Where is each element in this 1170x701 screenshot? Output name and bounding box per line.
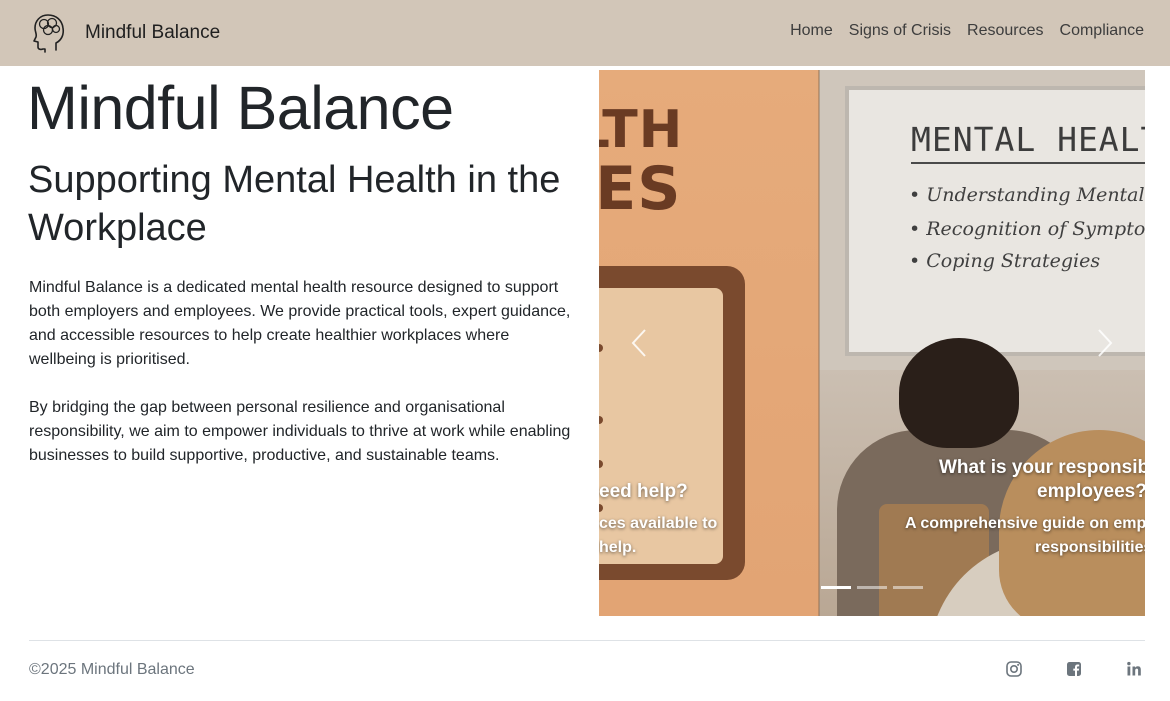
whiteboard-underline bbox=[911, 162, 1145, 164]
slide-image-text-line1: EALTH bbox=[599, 100, 684, 160]
slide-caption-text: help. bbox=[599, 539, 637, 556]
whiteboard-item: • Understanding Mental Health bbox=[909, 184, 1145, 206]
image-carousel[interactable]: EALTH RCES eed help? ces available to he… bbox=[599, 70, 1145, 616]
main-nav: Home Signs of Crisis Resources Complianc… bbox=[774, 22, 1144, 40]
nav-item-signs-of-crisis[interactable]: Signs of Crisis bbox=[849, 22, 951, 40]
slide-divider bbox=[818, 70, 820, 616]
brand-name: Mindful Balance bbox=[85, 22, 221, 43]
instagram-icon[interactable] bbox=[1005, 660, 1023, 678]
brand-link[interactable]: Mindful Balance bbox=[32, 12, 220, 54]
whiteboard-item: • Coping Strategies bbox=[909, 250, 1101, 272]
linkedin-icon[interactable] bbox=[1125, 660, 1143, 678]
navbar: Mindful Balance Home Signs of Crisis Res… bbox=[0, 0, 1170, 66]
slide-image-text-line2: RCES bbox=[599, 154, 682, 224]
chevron-left-icon[interactable] bbox=[625, 326, 655, 360]
carousel-indicator-1[interactable] bbox=[821, 586, 851, 589]
head-brain-icon bbox=[33, 14, 65, 53]
student-head bbox=[899, 338, 1019, 448]
mission-paragraph: By bridging the gap between personal res… bbox=[29, 399, 571, 464]
page-title: Mindful Balance bbox=[27, 74, 454, 142]
carousel-indicator-2[interactable] bbox=[857, 586, 887, 589]
slide-caption-text: responsibilities bbox=[1035, 539, 1145, 556]
footer-divider bbox=[29, 640, 1145, 641]
chevron-right-icon[interactable] bbox=[1089, 326, 1119, 360]
slide-caption-text: A comprehensive guide on emplo bbox=[905, 515, 1145, 532]
carousel-indicator-3[interactable] bbox=[893, 586, 923, 589]
facebook-icon[interactable] bbox=[1065, 660, 1083, 678]
slide-caption-title: employees? bbox=[1037, 481, 1145, 502]
whiteboard-item: • Recognition of Symptoms bbox=[909, 218, 1145, 240]
slide-caption-title: What is your responsib bbox=[939, 457, 1145, 478]
copyright-text: ©2025 Mindful Balance bbox=[29, 661, 195, 678]
slide-caption-text: ces available to bbox=[599, 515, 718, 532]
intro-paragraph: Mindful Balance is a dedicated mental he… bbox=[29, 279, 571, 368]
nav-item-resources[interactable]: Resources bbox=[967, 22, 1043, 40]
nav-item-home[interactable]: Home bbox=[790, 22, 833, 40]
nav-item-compliance[interactable]: Compliance bbox=[1060, 22, 1144, 40]
slide-caption-title: eed help? bbox=[599, 481, 688, 502]
whiteboard-title: MENTAL HEALTH bbox=[911, 120, 1145, 159]
carousel-indicators bbox=[821, 586, 929, 589]
page-subtitle: Supporting Mental Health in the Workplac… bbox=[28, 159, 561, 249]
